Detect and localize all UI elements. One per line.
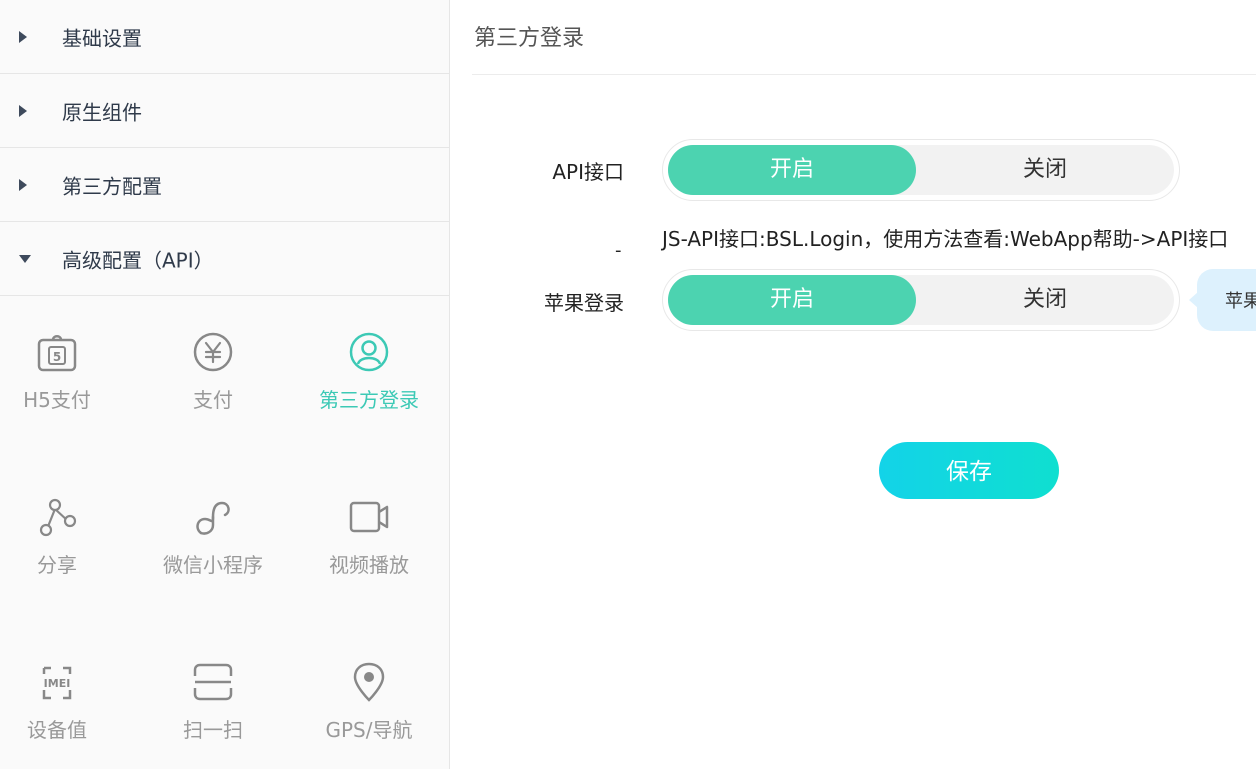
- api-toggle-on-option[interactable]: 开启: [668, 145, 916, 195]
- tile-pay[interactable]: 支付: [135, 330, 291, 440]
- tile-label: H5支付: [23, 388, 91, 412]
- hint-dash: -: [615, 240, 622, 261]
- caret-down-icon: [19, 254, 31, 263]
- api-toggle: 开启 关闭: [662, 139, 1180, 201]
- tile-h5-pay[interactable]: 5 H5支付: [0, 330, 135, 440]
- caret-right-icon: [19, 104, 27, 117]
- row-label-apple-login: 苹果登录: [544, 291, 624, 315]
- user-circle-icon: [349, 332, 389, 372]
- section-native-components[interactable]: 原生组件: [0, 74, 449, 148]
- imei-icon: IMEI: [42, 666, 72, 700]
- page-title: 第三方登录: [474, 26, 585, 51]
- tooltip-text: 苹果: [1225, 291, 1256, 312]
- location-pin-icon: [353, 662, 385, 702]
- section-label: 第三方配置: [62, 174, 162, 198]
- title-divider: [472, 74, 1256, 75]
- tile-label: GPS/导航: [325, 718, 413, 742]
- video-camera-icon: [349, 501, 389, 533]
- apple-toggle-on-option[interactable]: 开启: [668, 275, 916, 325]
- section-basic-settings[interactable]: 基础设置: [0, 0, 449, 74]
- tile-label: 第三方登录: [319, 388, 419, 412]
- tile-label: 设备值: [27, 718, 87, 742]
- api-toggle-off-option[interactable]: 关闭: [921, 145, 1169, 195]
- tile-device-value[interactable]: IMEI 设备值: [0, 660, 135, 770]
- share-nodes-icon: [39, 498, 77, 537]
- row-label-api: API接口: [552, 160, 624, 184]
- section-label: 原生组件: [62, 100, 142, 124]
- tile-label: 视频播放: [329, 553, 409, 577]
- caret-right-icon: [19, 178, 27, 191]
- svg-text:IMEI: IMEI: [44, 677, 71, 690]
- tile-third-party-login[interactable]: 第三方登录: [291, 330, 447, 440]
- svg-text:5: 5: [53, 350, 61, 364]
- section-label: 高级配置（API）: [62, 248, 214, 272]
- yen-coin-icon: [193, 332, 233, 372]
- caret-right-icon: [19, 30, 27, 43]
- tile-share[interactable]: 分享: [0, 495, 135, 605]
- sidebar: 基础设置 原生组件 第三方配置 高级配置（API） 5 H5支付 支付 第三方登…: [0, 0, 450, 769]
- tile-label: 分享: [37, 553, 77, 577]
- scan-icon: [193, 663, 233, 701]
- tile-wechat-mini-program[interactable]: 微信小程序: [135, 495, 291, 605]
- section-third-party-config[interactable]: 第三方配置: [0, 148, 449, 222]
- save-button[interactable]: 保存: [879, 442, 1059, 499]
- apple-toggle-off-option[interactable]: 关闭: [921, 275, 1169, 325]
- apple-tooltip: 苹果: [1189, 269, 1256, 331]
- api-hint-text: JS-API接口:BSL.Login，使用方法查看:WebApp帮助->API接…: [662, 227, 1229, 251]
- tile-label: 微信小程序: [163, 553, 263, 577]
- apple-login-toggle: 开启 关闭: [662, 269, 1180, 331]
- tile-video-playback[interactable]: 视频播放: [291, 495, 447, 605]
- section-advanced-api[interactable]: 高级配置（API）: [0, 222, 449, 296]
- tile-label: 扫一扫: [183, 718, 243, 742]
- tile-label: 支付: [193, 388, 233, 412]
- mini-program-icon: [196, 501, 230, 535]
- h5-pay-icon: 5: [37, 335, 77, 372]
- tile-scan[interactable]: 扫一扫: [135, 660, 291, 770]
- section-label: 基础设置: [62, 26, 142, 50]
- tile-gps-navigation[interactable]: GPS/导航: [291, 660, 447, 770]
